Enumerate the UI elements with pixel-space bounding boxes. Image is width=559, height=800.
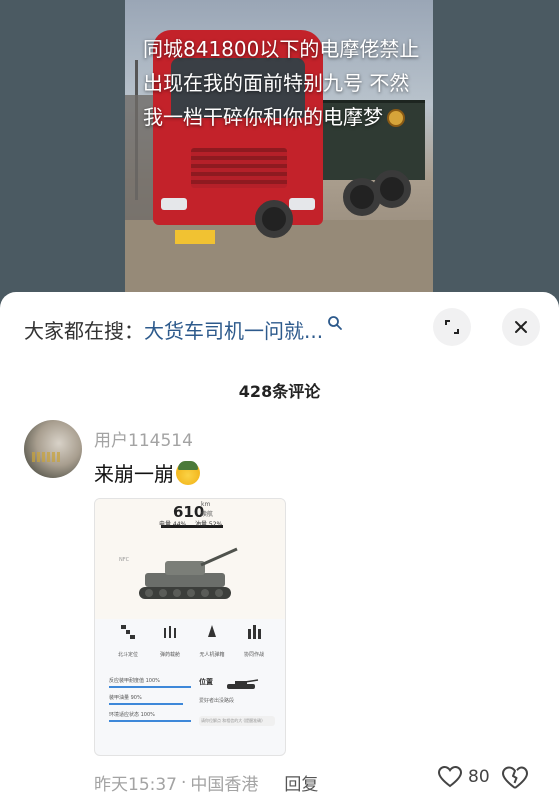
expand-button[interactable] <box>433 308 471 346</box>
avatar[interactable] <box>24 420 82 478</box>
truck-headlight <box>289 198 315 210</box>
comment-time: 昨天15:37 <box>94 775 177 795</box>
comment-image[interactable]: 610 km 续航 电量 44% 油量 52% NFC 北斗定位 弹药载舱 无人… <box>94 498 286 756</box>
search-icon[interactable] <box>327 315 343 331</box>
comment-username[interactable]: 用户114514 <box>94 426 193 451</box>
feature-grid: 北斗定位 弹药载舱 无人机弹箱 协同作战 <box>109 623 273 667</box>
comment-sheet: 大家都在搜： 大货车司机一问就... 428条评论 用户114514 来崩一崩 … <box>0 292 559 800</box>
grimace-emoji-icon <box>176 460 200 485</box>
comment-body: 来崩一崩 <box>94 458 200 487</box>
ammo-icon <box>164 626 176 638</box>
image-header-panel: 610 km 续航 电量 44% 油量 52% NFC <box>95 499 285 619</box>
status-list: 反应装甲耐度值 100% 装甲油量 90% 环境适应状态 100% <box>109 677 191 728</box>
position-sub: 请你位解点 和相信的大 (提醒准确) <box>199 716 275 726</box>
close-icon <box>515 321 527 333</box>
satellite-icon <box>121 625 135 639</box>
close-button[interactable] <box>502 308 540 346</box>
truck-headlight <box>161 198 187 210</box>
tank-icon <box>139 547 238 599</box>
feature-tile: 北斗定位 <box>109 623 147 667</box>
video-caption-text: 同城841800以下的电摩佬禁止出现在我的面前特别九号 不然我一档干碎你和你的电… <box>143 37 420 129</box>
comment-count: 428条评论 <box>238 382 321 401</box>
feature-tile: 无人机弹箱 <box>193 623 231 667</box>
video-frame: 同城841800以下的电摩佬禁止出现在我的面前特别九号 不然我一档干碎你和你的电… <box>125 0 433 300</box>
status-bar <box>109 686 191 688</box>
feature-label: 协同作战 <box>243 652 264 658</box>
feature-label: 弹药载舱 <box>159 652 180 658</box>
trending-search[interactable]: 大家都在搜： 大货车司机一问就... <box>24 312 343 346</box>
missile-icon <box>248 625 261 639</box>
comment-text: 来崩一崩 <box>94 462 174 486</box>
badge-emoji-icon <box>387 109 405 127</box>
status-item: 环境适应状态 100% <box>109 711 191 722</box>
nfc-label: NFC <box>119 557 130 563</box>
status-text: 反应装甲耐度值 100% <box>109 678 160 684</box>
status-bar <box>109 720 191 722</box>
truck-wheel <box>373 170 411 208</box>
like-count: 80 <box>468 767 490 787</box>
status-bar <box>109 703 183 705</box>
trending-search-link[interactable]: 大货车司机一问就... <box>144 315 323 344</box>
feature-tile: 弹药载舱 <box>151 623 189 667</box>
video-caption: 同城841800以下的电摩佬禁止出现在我的面前特别九号 不然我一档干碎你和你的电… <box>143 32 425 134</box>
meta-separator: · <box>181 772 187 793</box>
battery-label: 电量 44% <box>159 521 187 528</box>
truck-wheel <box>255 200 293 238</box>
dislike-button[interactable] <box>502 766 528 794</box>
mini-tank-icon <box>227 679 259 689</box>
expand-icon <box>445 320 459 334</box>
status-item: 反应装甲耐度值 100% <box>109 677 191 688</box>
feature-label: 北斗定位 <box>117 652 138 658</box>
heart-outline-icon <box>438 766 462 788</box>
video-player[interactable]: 同城841800以下的电摩佬禁止出现在我的面前特别九号 不然我一档干碎你和你的电… <box>0 0 559 300</box>
trending-search-prefix: 大家都在搜： <box>24 318 144 343</box>
feature-tile: 协同作战 <box>235 623 273 667</box>
position-text: 爱好者出没路段 <box>199 698 235 704</box>
truck-grille <box>191 148 287 188</box>
feature-label: 无人机弹箱 <box>199 652 225 658</box>
fuel-label: 油量 52% <box>195 521 223 528</box>
comment-meta: 昨天15:37 · 中国香港 回复 <box>94 770 318 796</box>
range-unit: km <box>201 501 211 508</box>
range-sub: 续航 <box>201 511 214 518</box>
rocket-icon <box>208 625 216 637</box>
status-text: 装甲油量 90% <box>109 695 142 701</box>
reply-button[interactable]: 回复 <box>284 770 318 795</box>
comment-location: 中国香港 <box>190 775 259 795</box>
status-text: 环境适应状态 100% <box>109 712 155 718</box>
broken-heart-icon <box>502 766 528 789</box>
license-plate <box>175 230 215 244</box>
status-item: 装甲油量 90% <box>109 694 191 705</box>
like-button[interactable]: 80 <box>438 766 490 788</box>
